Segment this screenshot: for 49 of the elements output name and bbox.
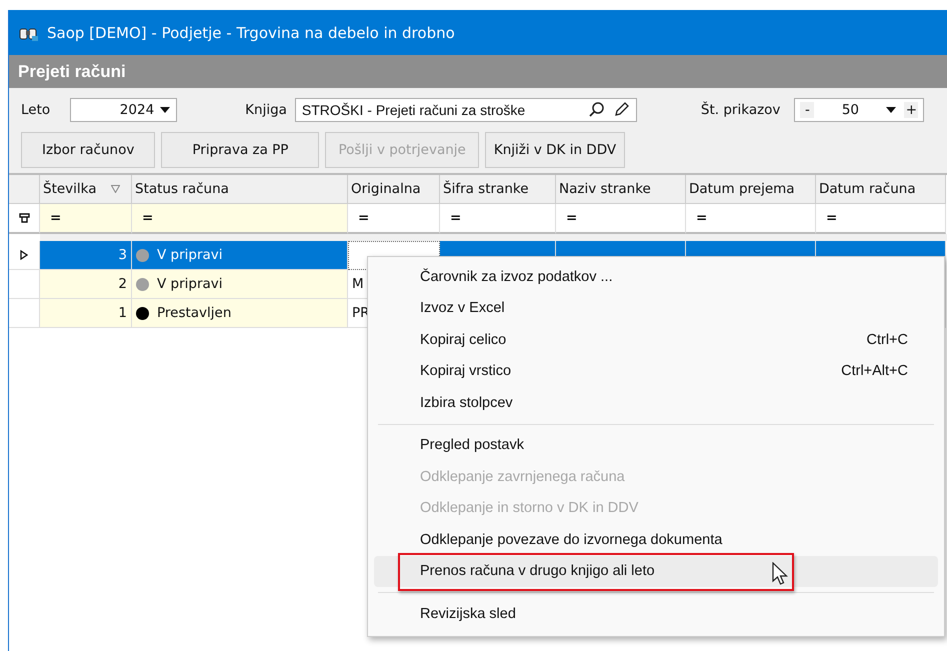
table-cell: 3 [118,247,127,263]
table-cell: Prestavljen [157,305,232,321]
dropdown-arrow-icon [160,107,170,113]
menu-item[interactable]: Revizijska sled [374,598,938,630]
dropdown-arrow-icon[interactable] [886,107,896,113]
sort-icon [110,185,120,193]
toolbar-button[interactable]: Priprava za PP [161,132,320,168]
window-title: Saop [DEMO] - Podjetje - Trgovina na debelo in drobno [47,24,455,42]
count-value: 50 [840,102,860,118]
filter-cell[interactable]: = [556,204,686,234]
row-pointer-icon [20,250,28,260]
toolbar-button[interactable]: Izbor računov [21,132,156,168]
menu-item[interactable]: Kopiraj celico Ctrl+C [374,324,938,356]
count-spinner[interactable]: - 50 + [794,98,924,122]
table-cell: V pripravi [157,276,223,292]
table-cell: 1 [118,305,127,321]
panel-title: Prejeti računi [18,62,126,82]
book-label: Knjiga [245,102,287,118]
column-header[interactable]: Šifra stranke [440,175,556,204]
year-label: Leto [21,102,50,118]
table-cell: 2 [118,276,127,292]
filter-cell[interactable]: = [348,204,440,234]
filter-cell[interactable]: = [440,204,556,234]
filter-cell[interactable]: = [686,204,816,234]
year-dropdown[interactable]: 2024 [70,98,178,122]
decrement-button[interactable]: - [800,102,814,118]
toolbar-button[interactable]: Knjiži v DK in DDV [484,132,626,168]
mouse-pointer-icon [772,562,788,586]
column-header[interactable]: Datum prejema [686,175,816,204]
menu-item[interactable]: Izbira stolpcev [374,387,938,418]
count-label: Št. prikazov [700,102,780,118]
column-header[interactable]: Status računa [132,175,348,204]
filter-cell[interactable]: = [132,204,348,234]
menu-item[interactable]: Kopiraj vrstico Ctrl+Alt+C [374,356,938,387]
menu-item[interactable]: Pregled postavk [374,430,938,461]
increment-button[interactable]: + [904,102,918,118]
column-header[interactable]: Številka [40,175,132,204]
book-field[interactable]: STROŠKI - Prejeti računi za stroške [294,98,637,122]
filter-icon [19,213,30,223]
column-header[interactable]: Originalna [348,175,440,204]
column-header[interactable]: Naziv stranke [556,175,686,204]
filter-cell[interactable]: = [816,204,946,234]
menu-item[interactable]: Izvoz v Excel [374,292,938,324]
table-cell: V pripravi [157,247,223,263]
table-cell: M [352,276,364,292]
menu-item[interactable]: Odklepanje povezave do izvornega dokumenta [374,524,938,556]
filter-cell[interactable]: = [40,204,132,234]
search-icon[interactable] [588,101,606,119]
column-header[interactable]: Datum računa [816,175,946,204]
